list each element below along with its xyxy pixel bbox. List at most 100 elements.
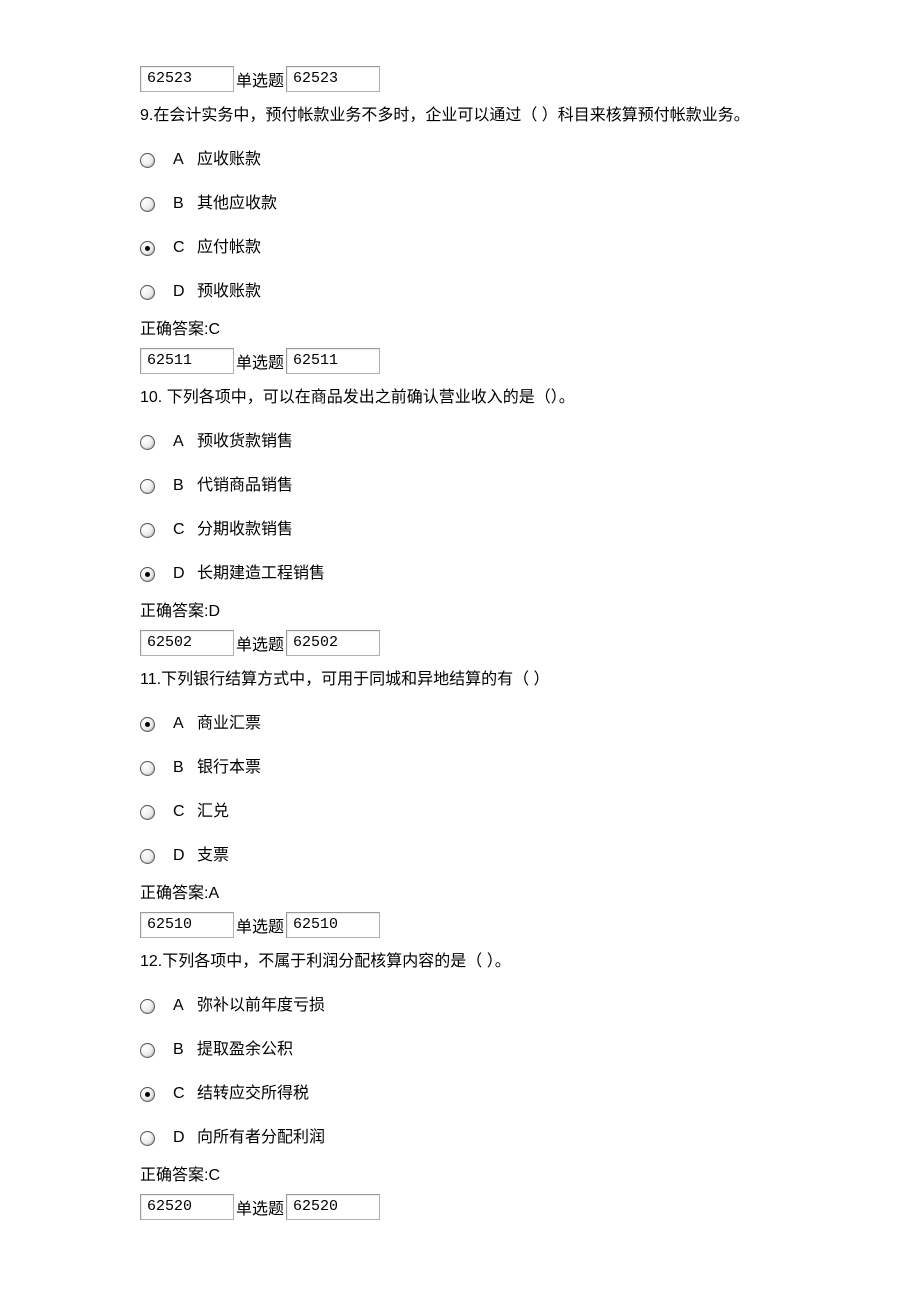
option-letter: A xyxy=(173,148,191,172)
option-text: 应收账款 xyxy=(197,148,261,172)
options-group: A预收货款销售B代销商品销售C分期收款销售D长期建造工程销售 xyxy=(140,420,780,596)
option-text: 弥补以前年度亏损 xyxy=(197,994,325,1018)
radio-button[interactable] xyxy=(140,435,155,450)
option-text: 分期收款销售 xyxy=(197,518,293,542)
option-row[interactable]: B银行本票 xyxy=(140,746,780,790)
options-group: A应收账款B其他应收款C应付帐款D预收账款 xyxy=(140,138,780,314)
question-stem: 10. 下列各项中，可以在商品发出之前确认营业收入的是（）。 xyxy=(140,386,780,410)
option-letter: C xyxy=(173,236,191,260)
option-row[interactable]: D长期建造工程销售 xyxy=(140,552,780,596)
question-id-box-2[interactable]: 62510 xyxy=(286,912,380,938)
options-group: A弥补以前年度亏损B提取盈余公积C结转应交所得税D向所有者分配利润 xyxy=(140,984,780,1160)
radio-button[interactable] xyxy=(140,241,155,256)
question-id-box-1[interactable]: 62502 xyxy=(140,630,234,656)
option-row[interactable]: D支票 xyxy=(140,834,780,878)
option-text: 应付帐款 xyxy=(197,236,261,260)
option-row[interactable]: C应付帐款 xyxy=(140,226,780,270)
radio-button[interactable] xyxy=(140,1131,155,1146)
question-number: 12. xyxy=(140,953,162,970)
radio-button[interactable] xyxy=(140,761,155,776)
option-letter: D xyxy=(173,562,191,586)
question-type-label: 单选题 xyxy=(236,634,284,658)
radio-button[interactable] xyxy=(140,285,155,300)
option-text: 向所有者分配利润 xyxy=(197,1126,325,1150)
option-letter: B xyxy=(173,1038,191,1062)
correct-answer: 正确答案:D xyxy=(140,600,780,624)
question-id-row: 62511单选题62511 xyxy=(140,348,780,374)
option-row[interactable]: C汇兑 xyxy=(140,790,780,834)
question-id-box-1[interactable]: 62520 xyxy=(140,1194,234,1220)
option-row[interactable]: A弥补以前年度亏损 xyxy=(140,984,780,1028)
correct-answer: 正确答案:C xyxy=(140,1164,780,1188)
question-id-box-1[interactable]: 62511 xyxy=(140,348,234,374)
option-letter: C xyxy=(173,1082,191,1106)
radio-button[interactable] xyxy=(140,523,155,538)
option-letter: D xyxy=(173,844,191,868)
question-id-box-1[interactable]: 62523 xyxy=(140,66,234,92)
question-number: 11. xyxy=(140,671,161,688)
option-row[interactable]: B代销商品销售 xyxy=(140,464,780,508)
option-letter: D xyxy=(173,1126,191,1150)
radio-button[interactable] xyxy=(140,849,155,864)
question-id-box-2[interactable]: 62520 xyxy=(286,1194,380,1220)
question-type-label: 单选题 xyxy=(236,70,284,94)
question-stem: 11.下列银行结算方式中，可用于同城和异地结算的有（ ） xyxy=(140,668,780,692)
options-group: A商业汇票B银行本票C汇兑D支票 xyxy=(140,702,780,878)
question-type-label: 单选题 xyxy=(236,1198,284,1222)
correct-answer: 正确答案:A xyxy=(140,882,780,906)
option-text: 结转应交所得税 xyxy=(197,1082,309,1106)
option-row[interactable]: D向所有者分配利润 xyxy=(140,1116,780,1160)
option-text: 银行本票 xyxy=(197,756,261,780)
option-row[interactable]: C分期收款销售 xyxy=(140,508,780,552)
radio-button[interactable] xyxy=(140,479,155,494)
option-text: 预收账款 xyxy=(197,280,261,304)
option-text: 汇兑 xyxy=(197,800,229,824)
question-type-label: 单选题 xyxy=(236,352,284,376)
option-letter: B xyxy=(173,474,191,498)
option-letter: B xyxy=(173,192,191,216)
option-row[interactable]: C结转应交所得税 xyxy=(140,1072,780,1116)
question-text: 下列各项中，不属于利润分配核算内容的是（ ）。 xyxy=(162,953,510,970)
option-letter: D xyxy=(173,280,191,304)
correct-answer: 正确答案:C xyxy=(140,318,780,342)
option-letter: C xyxy=(173,800,191,824)
option-text: 提取盈余公积 xyxy=(197,1038,293,1062)
radio-button[interactable] xyxy=(140,567,155,582)
question-number: 9. xyxy=(140,107,153,124)
option-row[interactable]: A应收账款 xyxy=(140,138,780,182)
question-id-box-2[interactable]: 62502 xyxy=(286,630,380,656)
radio-button[interactable] xyxy=(140,153,155,168)
radio-button[interactable] xyxy=(140,197,155,212)
radio-button[interactable] xyxy=(140,805,155,820)
question-id-box-2[interactable]: 62523 xyxy=(286,66,380,92)
question-text: 在会计实务中，预付帐款业务不多时，企业可以通过（ ）科目来核算预付帐款业务。 xyxy=(153,107,749,124)
radio-button[interactable] xyxy=(140,1043,155,1058)
question-id-box-2[interactable]: 62511 xyxy=(286,348,380,374)
option-row[interactable]: B提取盈余公积 xyxy=(140,1028,780,1072)
option-letter: A xyxy=(173,430,191,454)
option-letter: A xyxy=(173,712,191,736)
option-row[interactable]: B其他应收款 xyxy=(140,182,780,226)
option-text: 预收货款销售 xyxy=(197,430,293,454)
option-text: 支票 xyxy=(197,844,229,868)
radio-button[interactable] xyxy=(140,999,155,1014)
question-id-row: 62520单选题62520 xyxy=(140,1194,780,1220)
question-number: 10. xyxy=(140,389,162,406)
option-letter: B xyxy=(173,756,191,780)
option-row[interactable]: D预收账款 xyxy=(140,270,780,314)
option-row[interactable]: A商业汇票 xyxy=(140,702,780,746)
option-text: 商业汇票 xyxy=(197,712,261,736)
option-letter: C xyxy=(173,518,191,542)
question-type-label: 单选题 xyxy=(236,916,284,940)
radio-button[interactable] xyxy=(140,1087,155,1102)
question-id-box-1[interactable]: 62510 xyxy=(140,912,234,938)
option-text: 其他应收款 xyxy=(197,192,277,216)
question-id-row: 62510单选题62510 xyxy=(140,912,780,938)
question-text: 下列各项中，可以在商品发出之前确认营业收入的是（）。 xyxy=(162,389,574,406)
option-text: 代销商品销售 xyxy=(197,474,293,498)
question-id-row: 62502单选题62502 xyxy=(140,630,780,656)
option-row[interactable]: A预收货款销售 xyxy=(140,420,780,464)
question-stem: 12.下列各项中，不属于利润分配核算内容的是（ ）。 xyxy=(140,950,780,974)
question-id-row: 62523单选题62523 xyxy=(140,66,780,92)
radio-button[interactable] xyxy=(140,717,155,732)
